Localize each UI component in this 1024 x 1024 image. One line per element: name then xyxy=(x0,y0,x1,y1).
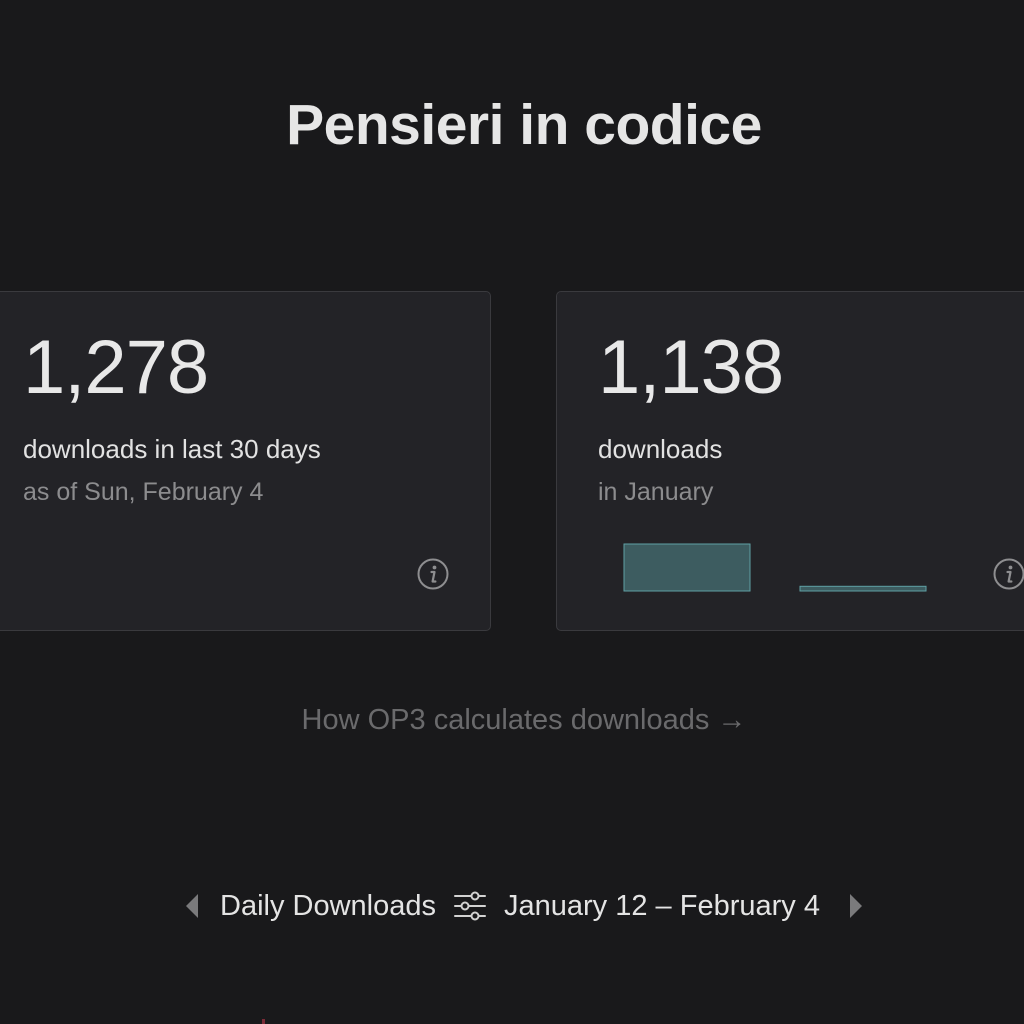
downloads-month-period: in January xyxy=(598,478,714,506)
mini-chart-bar xyxy=(623,543,751,592)
downloads-month-count: 1,138 xyxy=(598,325,784,410)
page-title: Pensieri in codice xyxy=(286,93,762,157)
mini-chart-bar xyxy=(799,585,927,592)
downloads-30-day-count: 1,278 xyxy=(23,325,209,410)
downloads-month-label: downloads xyxy=(598,434,723,464)
caret-right-icon[interactable] xyxy=(844,891,868,921)
caret-left-icon[interactable] xyxy=(180,891,204,921)
chart-edge-mark xyxy=(262,1019,265,1024)
chart-date-range: January 12 – February 4 xyxy=(504,889,820,922)
op3-calculation-link[interactable]: How OP3 calculates downloads → xyxy=(0,704,1024,737)
downloads-month-card: 1,138 downloads in January xyxy=(556,291,1024,631)
chart-navigation: Daily Downloads January 12 – February 4 xyxy=(0,884,1024,928)
downloads-30-day-card: 1,278 downloads in last 30 days as of Su… xyxy=(0,291,491,631)
sliders-icon[interactable] xyxy=(452,888,488,924)
chart-title: Daily Downloads xyxy=(220,889,437,922)
stats-page: Pensieri in codice 1,278 downloads in la… xyxy=(0,0,1024,1024)
downloads-30-day-label: downloads in last 30 days xyxy=(23,434,321,464)
info-icon[interactable] xyxy=(417,558,449,590)
downloads-30-day-date: as of Sun, February 4 xyxy=(23,478,264,506)
monthly-mini-chart xyxy=(623,543,927,592)
info-icon[interactable] xyxy=(993,558,1024,590)
